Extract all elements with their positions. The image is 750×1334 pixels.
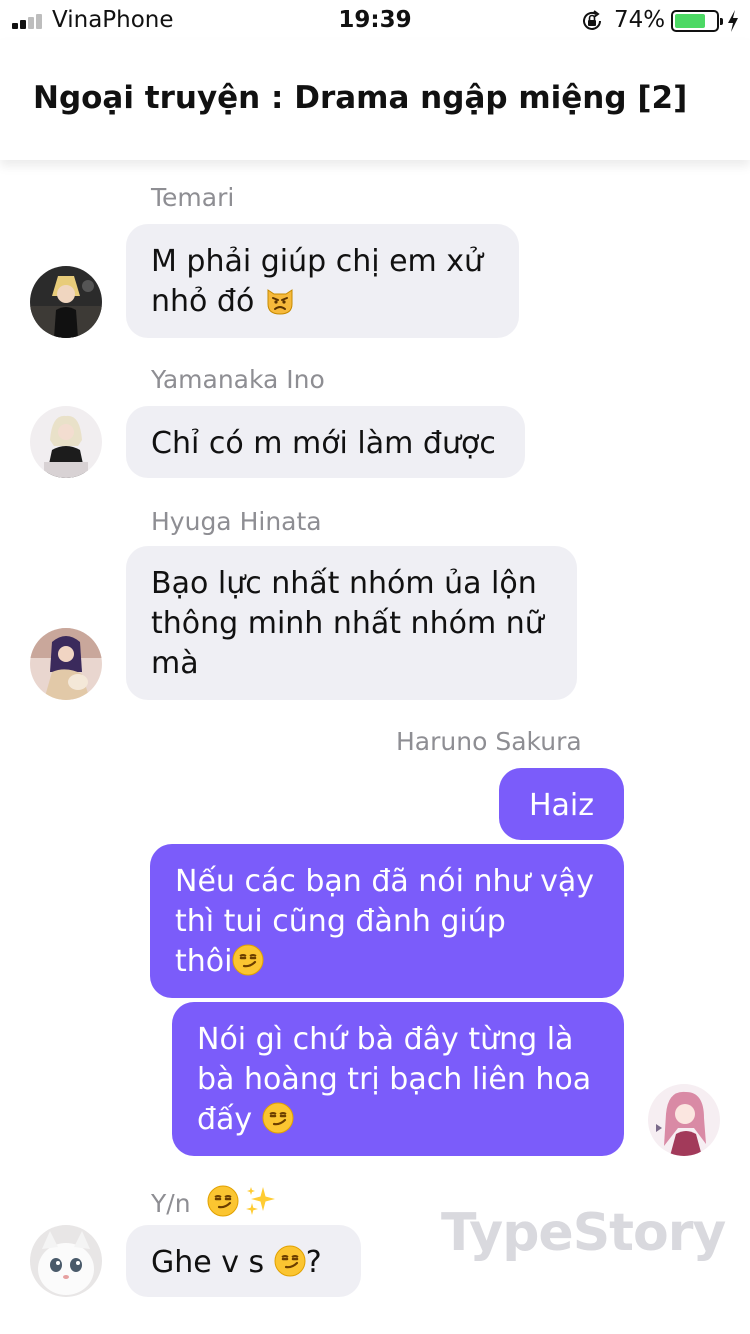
- sender-name-row: Y/n: [151, 1185, 277, 1218]
- message-bubble: Nói gì chứ bà đây từng là bà hoàng trị b…: [172, 1002, 624, 1156]
- sender-name: Y/n: [151, 1189, 191, 1218]
- rotation-lock-icon: [583, 10, 601, 30]
- angry-cat-emoji-icon: [264, 284, 296, 316]
- sender-name: Hyuga Hinata: [151, 507, 322, 536]
- smirk-emoji-icon: [262, 1102, 294, 1134]
- battery-percent: 74%: [614, 7, 666, 33]
- avatar-sakura: [648, 1084, 720, 1156]
- charging-bolt-icon: [728, 10, 738, 32]
- message-line: thông minh nhất nhóm nữ: [151, 606, 544, 641]
- message-bubble: Nếu các bạn đã nói như vậy thì tui cũng …: [150, 844, 624, 998]
- message-line: mà: [151, 646, 199, 681]
- message-bubble: M phải giúp chị em xử nhỏ đó: [126, 224, 519, 338]
- message-bubble: Ghe v s ?: [126, 1225, 361, 1297]
- message-bubble: Bạo lực nhất nhóm ủa lộn thông minh nhất…: [126, 546, 577, 700]
- message-line: thì tui cũng đành giúp: [175, 904, 506, 939]
- message-bubble: Haiz: [499, 768, 624, 840]
- battery-level: [675, 14, 705, 28]
- message-line: Nói gì chứ bà đây từng là: [197, 1022, 574, 1057]
- status-bar: VinaPhone 19:39 74%: [0, 0, 750, 40]
- message-line: Ghe v s: [151, 1245, 265, 1280]
- message-line: M phải giúp chị em xử: [151, 244, 484, 279]
- avatar-yn: [30, 1225, 102, 1297]
- message-line: đấy: [197, 1102, 253, 1137]
- message-line: bà hoàng trị bạch liên hoa: [197, 1062, 592, 1097]
- message-line: Nếu các bạn đã nói như vậy: [175, 864, 595, 899]
- avatar-hinata: [30, 628, 102, 700]
- smirk-emoji-icon: [232, 944, 264, 976]
- smirk-emoji-icon: [207, 1185, 239, 1217]
- message-line: nhỏ đó: [151, 284, 255, 319]
- sender-name: Temari: [151, 183, 235, 212]
- message-line: ?: [305, 1245, 322, 1280]
- message-line: Bạo lực nhất nhóm ủa lộn: [151, 566, 537, 601]
- message-line: thôi: [175, 944, 233, 979]
- message-bubble: Chỉ có m mới làm được: [126, 406, 525, 478]
- chat-header: Ngoại truyện : Drama ngập miệng [2]: [0, 40, 750, 160]
- sender-name: Yamanaka Ino: [151, 365, 325, 394]
- sender-name: Haruno Sakura: [396, 727, 582, 756]
- avatar-temari: [30, 266, 102, 338]
- message-line: Haiz: [528, 788, 595, 823]
- story-title: Ngoại truyện : Drama ngập miệng [2]: [33, 80, 688, 116]
- message-line: Chỉ có m mới làm được: [151, 426, 496, 461]
- smirk-emoji-icon: [274, 1245, 306, 1277]
- avatar-ino: [30, 406, 102, 478]
- typestory-watermark: TypeStory: [441, 1203, 726, 1263]
- battery-icon: [671, 10, 723, 32]
- sparkles-emoji-icon: [245, 1185, 277, 1217]
